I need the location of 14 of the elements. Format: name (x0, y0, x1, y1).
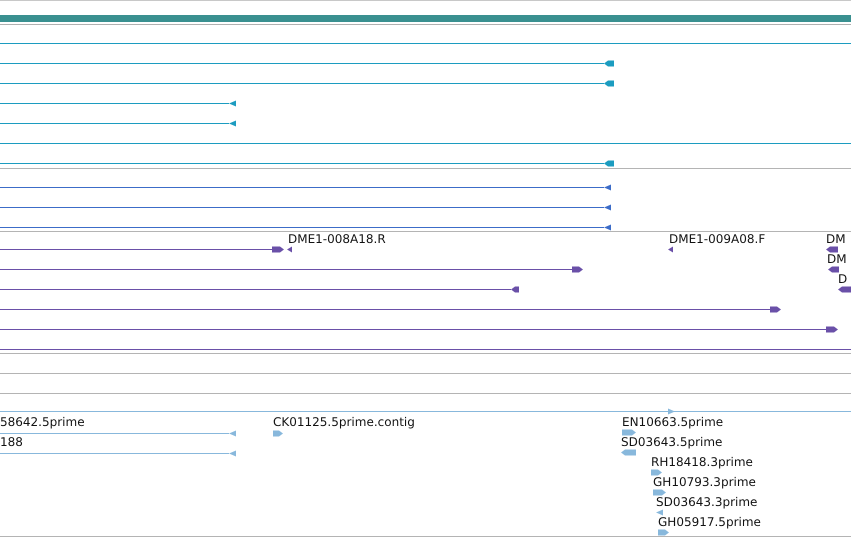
feature-label: GH05917.5prime (658, 515, 761, 529)
feature-label: DM (826, 232, 846, 246)
feature-label: DME1-009A08.F (669, 232, 766, 246)
feature-label: CK01125.5prime.contig (273, 415, 415, 429)
feature-label: 188 (0, 435, 23, 449)
feature-label: DM (827, 252, 847, 266)
feature-label: SD03643.3prime (656, 495, 758, 509)
feature-label: GH10793.3prime (653, 475, 756, 489)
feature-label: EN10663.5prime (622, 415, 724, 429)
feature-label: RH18418.3prime (651, 455, 753, 469)
feature-label: 58642.5prime (0, 415, 85, 429)
feature-label: DME1-008A18.R (288, 232, 386, 246)
feature-label: D (838, 272, 848, 286)
feature-label: SD03643.5prime (621, 435, 722, 449)
